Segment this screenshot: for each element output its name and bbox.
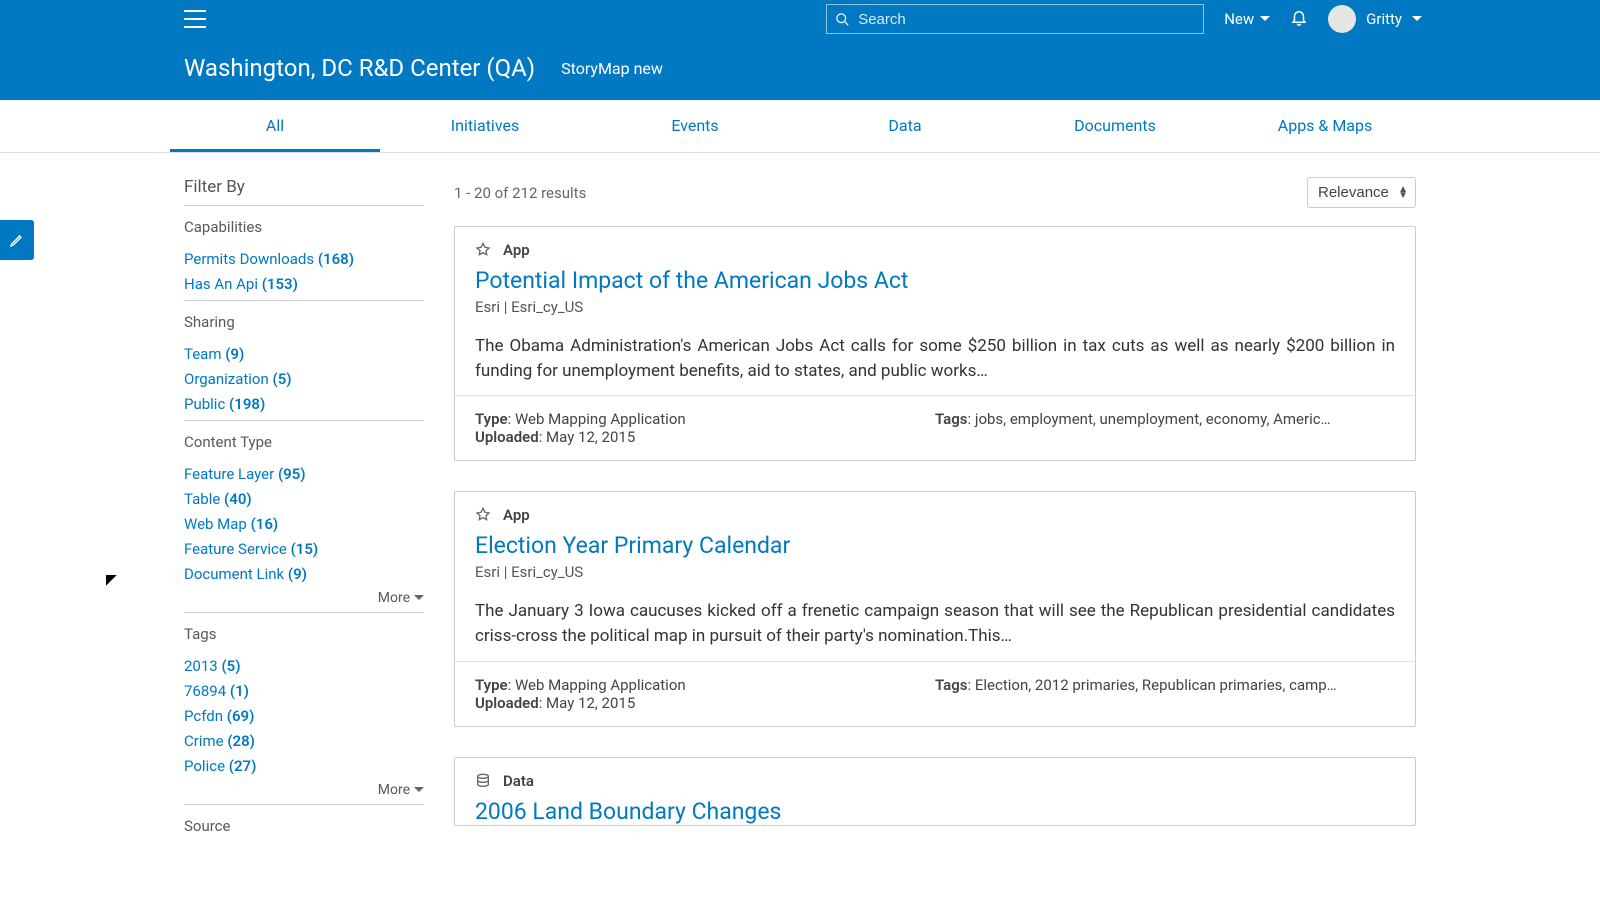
filter-more[interactable]: More [184,782,424,798]
filter-item[interactable]: Feature Layer (95) [184,465,424,483]
tab-data[interactable]: Data [800,100,1010,152]
result-footer: Type: Web Mapping ApplicationUploaded: M… [455,661,1415,726]
app-icon [475,242,491,258]
result-kind: App [503,241,530,259]
results-main: 1 - 20 of 212 results Relevance ▲▼ AppPo… [454,177,1416,856]
filter-item[interactable]: Crime (28) [184,732,424,750]
result-card: Data 2006 Land Boundary Changes [454,757,1416,826]
filter-title: Filter By [184,177,424,197]
user-name: Gritty [1366,10,1402,28]
filter-item[interactable]: Public (198) [184,395,424,413]
filter-item[interactable]: Organization (5) [184,370,424,388]
notifications-button[interactable] [1290,8,1308,30]
search-icon [835,12,850,27]
result-author: Esri | Esri_cy_US [455,294,1415,330]
tab-apps-maps[interactable]: Apps & Maps [1220,100,1430,152]
filter-group-title: Source [184,817,424,835]
filter-item[interactable]: Pcfdn (69) [184,707,424,725]
data-icon [475,773,491,789]
result-title-link[interactable]: Election Year Primary Calendar [475,532,790,559]
hamburger-menu[interactable] [184,10,206,28]
filter-item[interactable]: Web Map (16) [184,515,424,533]
tab-all[interactable]: All [170,100,380,152]
caret-down-icon [1260,16,1270,22]
new-dropdown[interactable]: New [1224,10,1270,28]
filter-item[interactable]: Document Link (9) [184,565,424,583]
filter-group-content-type: Content Type Feature Layer (95) Table (40)… [184,420,424,606]
tab-events[interactable]: Events [590,100,800,152]
user-menu[interactable]: Gritty [1328,5,1422,33]
result-footer: Type: Web Mapping ApplicationUploaded: M… [455,395,1415,460]
new-label: New [1224,10,1254,28]
filter-item[interactable]: Feature Service (15) [184,540,424,558]
result-kind: App [503,506,530,524]
filter-item[interactable]: Team (9) [184,345,424,363]
search-field[interactable] [826,4,1204,34]
tab-documents[interactable]: Documents [1010,100,1220,152]
result-card: App Election Year Primary CalendarEsri | … [454,491,1416,726]
filter-group-title: Content Type [184,433,424,451]
filter-item[interactable]: Police (27) [184,757,424,775]
filter-item[interactable]: Permits Downloads (168) [184,250,424,268]
result-description: The January 3 Iowa caucuses kicked off a… [455,595,1415,660]
filter-item[interactable]: 76894 (1) [184,682,424,700]
filter-sidebar: Filter By Capabilities Permits Downloads … [184,177,424,856]
filter-more[interactable]: More [184,590,424,606]
result-title-link[interactable]: Potential Impact of the American Jobs Ac… [475,267,908,294]
edit-side-tab[interactable] [0,220,34,260]
cursor-pointer-icon: ◤ [106,572,117,588]
content-tabs: AllInitiativesEventsDataDocumentsApps & … [0,100,1600,153]
avatar [1328,5,1356,33]
filter-group-title: Capabilities [184,218,424,236]
filter-item[interactable]: 2013 (5) [184,657,424,675]
filter-group-capabilities: Capabilities Permits Downloads (168) Has A… [184,205,424,293]
result-author: Esri | Esri_cy_US [455,559,1415,595]
filter-group-source: Source [184,804,424,835]
filter-group-sharing: Sharing Team (9) Organization (5) Public (1… [184,300,424,413]
search-input[interactable] [858,11,1203,28]
filter-group-tags: Tags 2013 (5) 76894 (1) Pcfdn (69) Crime (28… [184,612,424,798]
page-subtitle: StoryMap new [561,59,663,78]
result-kind: Data [503,772,534,790]
result-card: App Potential Impact of the American Jobs… [454,226,1416,461]
result-summary: 1 - 20 of 212 results [454,184,586,202]
filter-group-title: Sharing [184,313,424,331]
filter-item[interactable]: Has An Api (153) [184,275,424,293]
sort-select[interactable]: Relevance [1307,177,1416,208]
site-title: Washington, DC R&D Center (QA) [184,54,535,82]
app-header: New Gritty Washington, DC R&D Center (QA… [0,0,1600,100]
caret-down-icon [1412,16,1422,22]
result-description: The Obama Administration's American Jobs… [455,330,1415,395]
bell-icon [1290,8,1308,26]
filter-item[interactable]: Table (40) [184,490,424,508]
result-title-link[interactable]: 2006 Land Boundary Changes [475,798,781,825]
filter-group-title: Tags [184,625,424,643]
tab-initiatives[interactable]: Initiatives [380,100,590,152]
pencil-icon [9,232,25,248]
app-icon [475,507,491,523]
